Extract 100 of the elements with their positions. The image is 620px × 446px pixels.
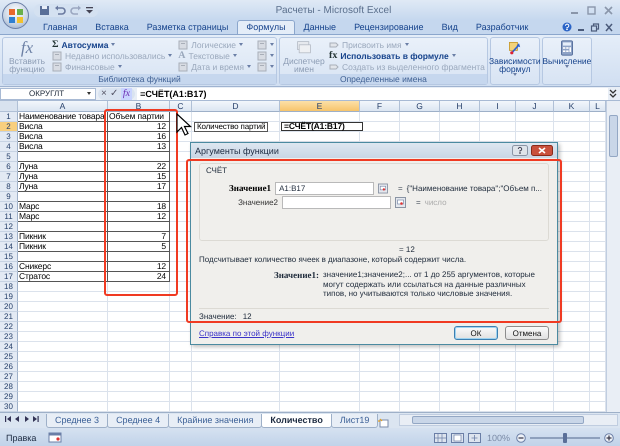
- row-header[interactable]: 1: [0, 112, 18, 122]
- column-header[interactable]: L: [590, 101, 606, 112]
- table-cell: Луна: [18, 172, 108, 182]
- ribbon-tab[interactable]: Рецензирование: [345, 20, 433, 34]
- sheet-tab[interactable]: Среднее 3: [46, 414, 108, 428]
- row-header[interactable]: 20: [0, 302, 18, 312]
- ribbon-tab[interactable]: Главная: [34, 20, 86, 34]
- ribbon-button[interactable]: fx Использовать в формуле: [328, 50, 485, 61]
- column-header[interactable]: D: [192, 101, 280, 112]
- dialog-button[interactable]: Отмена: [505, 326, 549, 340]
- table-cell: =СЧЁТ(A1:B17): [281, 122, 363, 131]
- row-header[interactable]: 30: [0, 402, 18, 412]
- formula-field[interactable]: =СЧЁТ(A1:B17): [137, 88, 608, 100]
- row-header[interactable]: 14: [0, 242, 18, 252]
- name-box[interactable]: ОКРУГЛТ: [0, 88, 96, 100]
- column-header[interactable]: F: [360, 101, 400, 112]
- row-header[interactable]: 6: [0, 162, 18, 172]
- table-cell: [108, 252, 170, 262]
- row-header[interactable]: 23: [0, 332, 18, 342]
- row-header[interactable]: 28: [0, 382, 18, 392]
- row-header[interactable]: 26: [0, 362, 18, 372]
- row-header[interactable]: 16: [0, 262, 18, 272]
- ribbon-tab[interactable]: Разработчик: [466, 20, 538, 34]
- sheet-tab[interactable]: Лист19: [330, 414, 378, 428]
- office-button[interactable]: [2, 2, 29, 29]
- ribbon-tab[interactable]: Формулы: [237, 20, 295, 34]
- column-header[interactable]: A: [18, 101, 108, 112]
- row-header[interactable]: 25: [0, 352, 18, 362]
- row-header[interactable]: 21: [0, 312, 18, 322]
- argument-help-text: значение1;значение2;... от 1 до 255 аргументов, которые могут содержать или ссылаться на данные различных типов, но учитываются только числовые значения.: [323, 270, 536, 298]
- ribbon-tab[interactable]: Разметка страницы: [138, 20, 238, 34]
- page-break-icon[interactable]: [468, 432, 481, 442]
- row-header[interactable]: 17: [0, 272, 18, 282]
- row-header[interactable]: 11: [0, 212, 18, 222]
- group-title: Библиотека функций: [3, 74, 276, 84]
- row-header[interactable]: 24: [0, 342, 18, 352]
- close-icon[interactable]: [531, 145, 553, 156]
- collapse-dialog-icon[interactable]: [395, 196, 406, 208]
- row-header[interactable]: 12: [0, 222, 18, 232]
- collapse-dialog-icon[interactable]: [378, 182, 388, 194]
- argument-field[interactable]: [282, 196, 391, 208]
- row-header[interactable]: 10: [0, 202, 18, 212]
- row-header[interactable]: 22: [0, 322, 18, 332]
- zoom-out-icon[interactable]: [516, 432, 526, 442]
- horizontal-scrollbar[interactable]: [399, 414, 618, 426]
- column-header[interactable]: E: [280, 101, 360, 112]
- row-header[interactable]: 8: [0, 182, 18, 192]
- function-icon: Σ: [52, 39, 59, 50]
- row-header[interactable]: 18: [0, 282, 18, 292]
- column-header[interactable]: C: [170, 101, 192, 112]
- help-icon[interactable]: [512, 145, 528, 156]
- dialog-button[interactable]: ОК: [454, 326, 498, 340]
- row-header[interactable]: 15: [0, 252, 18, 262]
- row-header[interactable]: 2: [0, 122, 18, 132]
- column-header[interactable]: K: [554, 101, 590, 112]
- restore-icon[interactable]: [590, 22, 600, 32]
- ribbon-tab[interactable]: Данные: [294, 20, 346, 34]
- insert-function-button[interactable]: fx: [120, 88, 132, 100]
- sheet-tab[interactable]: Крайние значения: [168, 414, 262, 428]
- zoom-level: 100%: [486, 432, 510, 442]
- help-icon[interactable]: [562, 22, 572, 32]
- sheet-tab[interactable]: Количество: [261, 414, 332, 428]
- column-header[interactable]: J: [516, 101, 554, 112]
- new-sheet-icon[interactable]: [377, 418, 392, 428]
- row-header[interactable]: 7: [0, 172, 18, 182]
- ribbon-button[interactable]: Вычисление: [544, 39, 589, 84]
- zoom-in-icon[interactable]: [604, 432, 614, 442]
- column-header[interactable]: I: [480, 101, 516, 112]
- ribbon-tab[interactable]: Вид: [432, 20, 467, 34]
- maximize-icon[interactable]: [586, 6, 597, 14]
- ribbon-button[interactable]: Σ Автосумма: [52, 39, 172, 50]
- help-link[interactable]: Справка по этой функции: [199, 328, 294, 338]
- sheet-tab[interactable]: Среднее 4: [107, 414, 170, 428]
- vertical-scrollbar[interactable]: [606, 101, 620, 412]
- argument-field[interactable]: A1:B17: [275, 182, 374, 194]
- row-header[interactable]: 9: [0, 192, 18, 202]
- row-header[interactable]: 13: [0, 232, 18, 242]
- ribbon-tab[interactable]: Вставка: [86, 20, 138, 34]
- save-icon[interactable]: [39, 4, 50, 16]
- page-layout-icon[interactable]: [450, 432, 464, 442]
- row-header[interactable]: 29: [0, 392, 18, 402]
- row-header[interactable]: 19: [0, 292, 18, 302]
- zoom-slider[interactable]: [563, 432, 567, 442]
- table-cell: Висла: [18, 142, 108, 152]
- column-header[interactable]: H: [440, 101, 480, 112]
- macro-record-icon[interactable]: [48, 432, 62, 443]
- undo-icon[interactable]: [54, 4, 66, 16]
- row-header[interactable]: 3: [0, 132, 18, 142]
- normal-view-icon[interactable]: [434, 432, 447, 442]
- row-header[interactable]: 4: [0, 142, 18, 152]
- row-header[interactable]: 5: [0, 152, 18, 162]
- table-cell: Марс: [18, 202, 108, 212]
- cancel-button[interactable]: ×: [101, 88, 107, 100]
- sheet-navigation-icon[interactable]: [4, 415, 40, 423]
- column-header[interactable]: G: [400, 101, 440, 112]
- expand-icon[interactable]: [608, 88, 618, 100]
- customize-icon[interactable]: [86, 6, 93, 14]
- close-icon[interactable]: [604, 22, 614, 32]
- enter-button[interactable]: ✓: [110, 88, 118, 100]
- row-header[interactable]: 27: [0, 372, 18, 382]
